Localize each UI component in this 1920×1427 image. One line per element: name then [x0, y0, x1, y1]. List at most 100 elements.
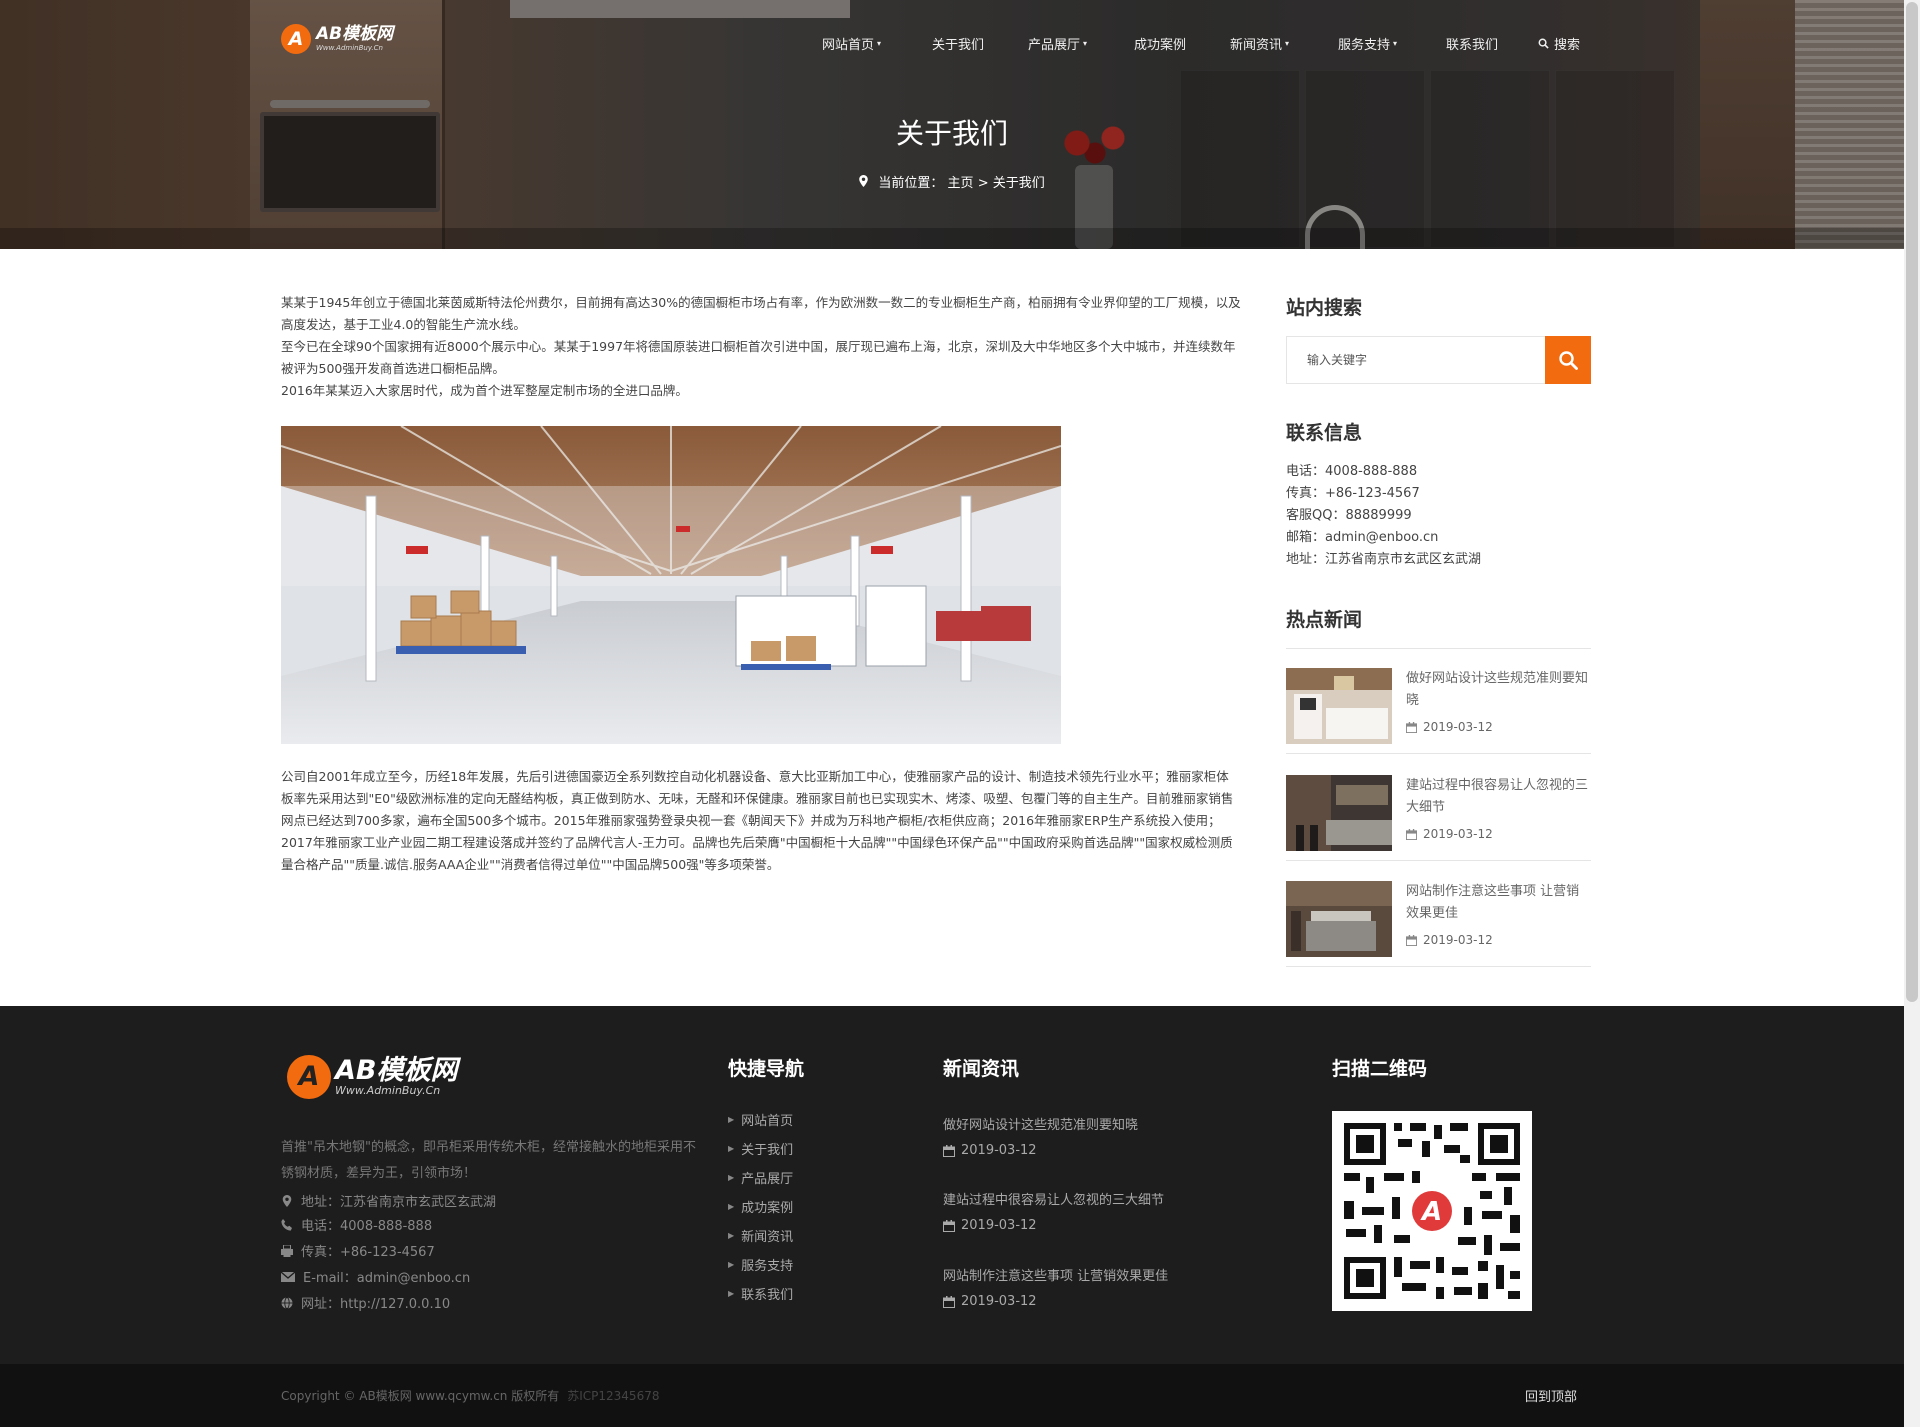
hot-news-item[interactable]: 网站制作注意这些事项 让营销效果更佳 2019-03-12: [1286, 861, 1591, 967]
hot-news-title[interactable]: 做好网站设计这些规范准则要知晓: [1406, 668, 1591, 712]
breadcrumb-home-link[interactable]: 主页: [948, 176, 974, 191]
site-logo[interactable]: A AB模板网 Www.AdminBuy.Cn: [281, 22, 393, 56]
logo-mark: A: [281, 24, 311, 54]
footer-news-date: 2019-03-12: [943, 1218, 1037, 1233]
footer-qr-title: 扫描二维码: [1332, 1058, 1428, 1080]
nav-item-support[interactable]: 服务支持 ▾: [1326, 34, 1434, 53]
footer-quick-nav-title: 快捷导航: [728, 1058, 805, 1080]
footer-nav-link[interactable]: ▶ 产品展厅: [728, 1168, 793, 1187]
page-scrollbar[interactable]: [1904, 0, 1920, 1427]
footer-contact-phone: 电话：4008-888-888: [281, 1215, 432, 1234]
icp-link[interactable]: 苏ICP12345678: [567, 1389, 659, 1403]
hot-news-date: 2019-03-12: [1406, 933, 1493, 947]
nav-search-button[interactable]: 搜索: [1526, 34, 1592, 53]
footer-news-link[interactable]: 网站制作注意这些事项 让营销效果更佳: [943, 1265, 1168, 1284]
hot-news-item[interactable]: 建站过程中很容易让人忽视的三大细节 2019-03-12: [1286, 755, 1591, 861]
hot-news-title[interactable]: 建站过程中很容易让人忽视的三大细节: [1406, 775, 1591, 819]
sidebar-search-title: 站内搜索: [1286, 297, 1363, 319]
article-paragraph: 某某于1945年创立于德国北莱茵威斯特法伦州费尔，目前拥有高达30%的德国橱柜市…: [281, 295, 1241, 332]
map-marker-icon: [859, 175, 869, 187]
hot-news-date-text: 2019-03-12: [1423, 827, 1493, 841]
hot-news-date-text: 2019-03-12: [1423, 720, 1493, 734]
footer-contact-text: 网址：http://127.0.0.10: [301, 1297, 451, 1312]
hot-news-thumbnail: [1286, 881, 1392, 957]
kitchen-thumbnail: [1286, 668, 1392, 744]
hot-news-thumbnail: [1286, 775, 1392, 851]
nav-item-products[interactable]: 产品展厅 ▾: [1016, 34, 1122, 53]
contact-address: 地址：江苏省南京市玄武区玄武湖: [1286, 552, 1482, 567]
nav-item-cases[interactable]: 成功案例: [1122, 34, 1218, 53]
nav-item-about[interactable]: 关于我们: [920, 34, 1016, 53]
map-marker-icon: [282, 1194, 292, 1207]
footer-nav-link[interactable]: ▶ 关于我们: [728, 1139, 793, 1158]
footer-nav-link[interactable]: ▶ 联系我们: [728, 1284, 793, 1303]
caret-right-icon: ▶: [728, 1289, 735, 1298]
copyright: Copyright © AB模板网 www.qcymw.cn 版权所有 苏ICP1…: [281, 1387, 659, 1404]
footer-nav-link[interactable]: ▶ 网站首页: [728, 1110, 793, 1129]
envelope-icon: [281, 1271, 295, 1282]
main-nav: 网站首页 ▾ 关于我们 产品展厅 ▾ 成功案例 新闻资讯 ▾ 服务支持 ▾ 联系我们 搜…: [810, 30, 1592, 56]
breadcrumb-separator: >: [973, 176, 993, 191]
footer-contact-email: E-mail：admin@enboo.cn: [281, 1267, 470, 1286]
sidebar-search-input[interactable]: [1286, 336, 1545, 384]
footer-logo-main: AB模板网: [335, 1054, 458, 1086]
chevron-down-icon: ▾: [1285, 38, 1290, 48]
footer-nav-label: 新闻资讯: [741, 1230, 794, 1245]
nav-label: 网站首页: [822, 37, 875, 53]
footer-nav-link[interactable]: ▶ 新闻资讯: [728, 1226, 793, 1245]
back-to-top-link[interactable]: 回到顶部: [1525, 1386, 1577, 1405]
chevron-down-icon: ▾: [1393, 38, 1398, 48]
footer-news-link[interactable]: 做好网站设计这些规范准则要知晓: [943, 1114, 1138, 1133]
sidebar-search-button[interactable]: [1545, 336, 1591, 384]
breadcrumb-current: 关于我们: [992, 176, 1045, 191]
calendar-icon: [943, 1144, 955, 1157]
nav-item-news[interactable]: 新闻资讯 ▾: [1218, 34, 1326, 53]
footer-news-title: 新闻资讯: [943, 1058, 1020, 1080]
hot-news-item[interactable]: 做好网站设计这些规范准则要知晓 2019-03-12: [1286, 648, 1591, 754]
fax-icon: [281, 1244, 293, 1257]
footer-nav-label: 产品展厅: [741, 1172, 794, 1187]
search-icon: [1538, 38, 1549, 49]
logo-main-text: AB模板网: [316, 24, 394, 44]
calendar-icon: [1406, 721, 1417, 733]
nav-label: 成功案例: [1134, 37, 1187, 53]
sidebar-hot-news-title: 热点新闻: [1286, 609, 1363, 631]
footer-logo-sub: Www.AdminBuy.Cn: [335, 1083, 441, 1097]
logo-text: AB模板网 Www.AdminBuy.Cn: [316, 26, 393, 52]
copyright-text: Copyright © AB模板网 www.qcymw.cn 版权所有: [281, 1389, 560, 1403]
footer-nav-label: 成功案例: [741, 1201, 794, 1216]
sidebar-contact-title: 联系信息: [1286, 422, 1363, 444]
footer-nav-link[interactable]: ▶ 成功案例: [728, 1197, 793, 1216]
footer-news-link[interactable]: 建站过程中很容易让人忽视的三大细节: [943, 1189, 1164, 1208]
caret-right-icon: ▶: [728, 1202, 735, 1211]
footer-news-date: 2019-03-12: [943, 1143, 1037, 1158]
caret-right-icon: ▶: [728, 1231, 735, 1240]
chevron-down-icon: ▾: [1083, 38, 1088, 48]
nav-label: 关于我们: [932, 37, 985, 53]
nav-item-home[interactable]: 网站首页 ▾: [810, 34, 920, 53]
factory-illustration: [281, 426, 1061, 744]
scrollbar-thumb[interactable]: [1906, 2, 1918, 1002]
hot-news-title[interactable]: 网站制作注意这些事项 让营销效果更佳: [1406, 881, 1591, 925]
contact-qq: 客服QQ：88889999: [1286, 508, 1412, 523]
footer-nav-label: 关于我们: [741, 1143, 794, 1158]
nav-label: 服务支持: [1338, 37, 1391, 53]
nav-search-label: 搜索: [1554, 37, 1581, 53]
nav-label: 新闻资讯: [1230, 37, 1283, 53]
breadcrumb-prefix: 当前位置：: [878, 176, 944, 191]
footer-logo[interactable]: A AB模板网 Www.AdminBuy.Cn: [287, 1054, 457, 1099]
sidebar-search-form: [1286, 336, 1591, 384]
footer-nav-link[interactable]: ▶ 服务支持: [728, 1255, 793, 1274]
sidebar-contact-list: 电话：4008-888-888 传真：+86-123-4567 客服QQ：888…: [1286, 461, 1481, 571]
contact-phone: 电话：4008-888-888: [1286, 464, 1418, 479]
hot-news-date-text: 2019-03-12: [1423, 933, 1493, 947]
nav-item-contact[interactable]: 联系我们: [1434, 34, 1526, 53]
search-icon: [1559, 351, 1578, 370]
calendar-icon: [1406, 934, 1417, 946]
article-body-continued: 公司自2001年成立至今，历经18年发展，先后引进德国豪迈全系列数控自动化机器设…: [281, 766, 1241, 876]
caret-right-icon: ▶: [728, 1173, 735, 1182]
footer-news-date-text: 2019-03-12: [961, 1218, 1037, 1233]
footer-nav-label: 服务支持: [741, 1259, 794, 1274]
footer-contact-address: 地址：江苏省南京市玄武区玄武湖: [281, 1191, 496, 1210]
factory-image: [281, 426, 1061, 744]
